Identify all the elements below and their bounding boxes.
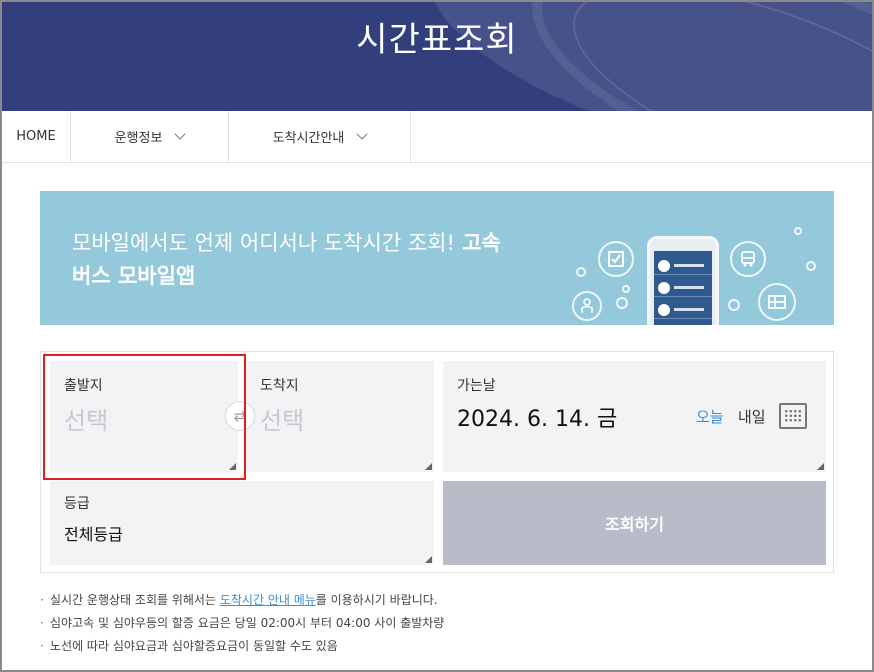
decorative-circle: [616, 297, 628, 309]
route-icon: [758, 283, 796, 321]
corner-indicator-icon: [229, 463, 236, 470]
decorative-circle: [576, 267, 586, 277]
nav-arrival-time-dropdown[interactable]: 도착시간안내: [229, 111, 411, 162]
breadcrumb-nav: HOME 운행정보 도착시간안내: [2, 111, 872, 163]
phone-illustration: [647, 236, 719, 325]
arrival-selector[interactable]: 도착지 선택: [246, 361, 434, 472]
page-title: 시간표조회: [356, 20, 518, 60]
notice-text: 를 이용하시기 바랍니다.: [315, 593, 438, 607]
phone-menu-row: [654, 279, 712, 297]
banner-text-bold-2: 버스 모바일앱: [72, 264, 196, 288]
chevron-down-icon: [174, 128, 187, 140]
calendar-icon[interactable]: [779, 403, 807, 429]
notice-item: 노선에 따라 심야요금과 심야할증요금이 동일할 수도 있음: [40, 635, 840, 658]
search-button[interactable]: 조회하기: [443, 481, 826, 565]
swap-icon[interactable]: ⇄: [225, 401, 255, 431]
departure-label: 출발지: [64, 378, 103, 394]
bus-icon: [730, 241, 766, 277]
arrival-label: 도착지: [260, 378, 299, 394]
departure-selector[interactable]: 출발지 선택: [50, 361, 238, 472]
page-frame: 시간표조회 HOME 운행정보 도착시간안내 모바일에서도 언제 어디서나 도착…: [0, 0, 874, 672]
person-icon: [572, 291, 602, 321]
decorative-circle: [622, 285, 630, 293]
departure-value: 선택: [64, 407, 109, 435]
page-header: 시간표조회: [2, 2, 872, 111]
corner-indicator-icon: [425, 463, 432, 470]
today-button[interactable]: 오늘: [696, 406, 724, 427]
departure-date-selector[interactable]: 가는날 2024. 6. 14. 금 오늘 내일: [443, 361, 826, 472]
arrival-time-menu-link[interactable]: 도착시간 안내 메뉴: [220, 593, 316, 607]
chevron-down-icon: [356, 128, 369, 140]
grade-label: 등급: [64, 496, 90, 512]
notice-list: 실시간 운행상태 조회를 위해서는 도착시간 안내 메뉴를 이용하시기 바랍니다…: [40, 589, 840, 658]
phone-menu-row: [654, 257, 712, 275]
phone-menu-row: [654, 301, 712, 319]
grade-value: 전체등급: [64, 525, 123, 544]
tomorrow-button[interactable]: 내일: [738, 406, 766, 427]
corner-indicator-icon: [425, 556, 432, 563]
nav-home-label: HOME: [16, 129, 56, 144]
corner-indicator-icon: [817, 463, 824, 470]
banner-text-normal: 모바일에서도 언제 어디서나 도착시간 조회!: [72, 231, 455, 255]
notice-text: 실시간 운행상태 조회를 위해서는: [50, 593, 220, 607]
phone-screen: [654, 251, 712, 325]
notice-item: 심야고속 및 심야우등의 할증 요금은 당일 02:00시 부터 04:00 사…: [40, 612, 840, 635]
nav-operation-info-label: 운행정보: [114, 131, 163, 146]
grade-selector[interactable]: 등급 전체등급: [50, 481, 434, 565]
banner-text: 모바일에서도 언제 어디서나 도착시간 조회! 고속 버스 모바일앱: [72, 227, 552, 293]
decorative-circle: [794, 227, 802, 235]
banner-text-bold-1: 고속: [454, 231, 501, 255]
decorative-circle: [806, 261, 816, 271]
nav-operation-info-dropdown[interactable]: 운행정보: [71, 111, 229, 162]
decorative-circle: [728, 299, 740, 311]
nav-home-link[interactable]: HOME: [2, 111, 71, 162]
timetable-search-form: 출발지 선택 ⇄ 도착지 선택 가는날 2024. 6. 14. 금 오늘 내일…: [40, 351, 834, 573]
date-value: 2024. 6. 14. 금: [457, 407, 618, 432]
notice-item: 실시간 운행상태 조회를 위해서는 도착시간 안내 메뉴를 이용하시기 바랍니다…: [40, 589, 840, 612]
arrival-value: 선택: [260, 407, 305, 435]
check-icon: [598, 241, 634, 277]
date-label: 가는날: [457, 378, 496, 394]
mobile-app-banner[interactable]: 모바일에서도 언제 어디서나 도착시간 조회! 고속 버스 모바일앱: [40, 191, 834, 325]
nav-arrival-time-label: 도착시간안내: [272, 131, 345, 146]
